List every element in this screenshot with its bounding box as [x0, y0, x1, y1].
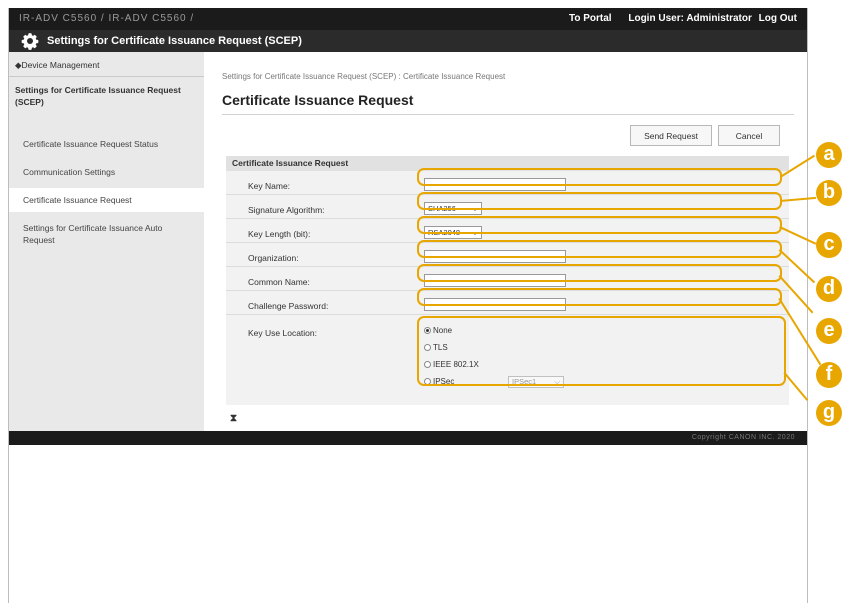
- title-divider: [222, 114, 794, 115]
- login-user-label: Login User: Administrator: [628, 13, 752, 24]
- callout-badge-a: a: [816, 142, 842, 168]
- section-title: Certificate Issuance Request: [222, 92, 414, 108]
- callout-badge-f: f: [816, 362, 842, 388]
- device-name: IR-ADV C5560 / IR-ADV C5560 /: [19, 13, 195, 24]
- breadcrumb: Settings for Certificate Issuance Reques…: [222, 72, 506, 81]
- callout-badge-e: e: [816, 318, 842, 344]
- callout-frame-a: [417, 168, 782, 186]
- callout-frame-d: [417, 240, 782, 258]
- callout-badge-d: d: [816, 276, 842, 302]
- callout-badge-c: c: [816, 232, 842, 258]
- send-request-button[interactable]: Send Request: [630, 125, 712, 146]
- sidebar-item-communication-settings[interactable]: Communication Settings: [23, 166, 193, 178]
- organization-label: Organization:: [248, 253, 299, 263]
- page-title: Settings for Certificate Issuance Reques…: [47, 35, 302, 47]
- key-length-label: Key Length (bit):: [248, 229, 311, 239]
- callout-badge-b: b: [816, 180, 842, 206]
- top-bar: IR-ADV C5560 / IR-ADV C5560 / To Portal …: [9, 8, 807, 30]
- scroll-to-top-icon[interactable]: ⧗: [230, 413, 237, 424]
- gear-icon: [21, 33, 39, 50]
- footer: Copyright CANON INC. 2020: [9, 431, 807, 445]
- sidebar-item-request-status[interactable]: Certificate Issuance Request Status: [23, 138, 193, 150]
- callout-frame-f: [417, 288, 782, 306]
- to-portal-link[interactable]: To Portal: [569, 13, 612, 24]
- copyright: Copyright CANON INC. 2020: [691, 434, 795, 441]
- sidebar-item-certificate-request[interactable]: Certificate Issuance Request: [9, 188, 204, 212]
- sidebar-heading: Settings for Certificate Issuance Reques…: [15, 85, 181, 107]
- sidebar: ◆Device Management Settings for Certific…: [9, 52, 204, 431]
- signature-algorithm-label: Signature Algorithm:: [248, 205, 325, 215]
- sidebar-divider: [9, 76, 204, 77]
- callout-frame-e: [417, 264, 782, 282]
- row-divider: [226, 314, 789, 315]
- callout-frame-c: [417, 216, 782, 234]
- key-name-label: Key Name:: [248, 181, 291, 191]
- cancel-button[interactable]: Cancel: [718, 125, 780, 146]
- common-name-label: Common Name:: [248, 277, 310, 287]
- page-title-bar: Settings for Certificate Issuance Reques…: [9, 30, 807, 52]
- challenge-password-label: Challenge Password:: [248, 301, 329, 311]
- callout-frame-b: [417, 192, 782, 210]
- sidebar-item-auto-request[interactable]: Settings for Certificate Issuance Auto R…: [23, 222, 193, 246]
- topbar-links: To Portal Login User: Administrator Log …: [555, 13, 797, 24]
- device-management-link[interactable]: ◆Device Management: [15, 60, 100, 71]
- key-use-location-label: Key Use Location:: [248, 328, 317, 338]
- callout-frame-g: [417, 316, 786, 386]
- callout-badge-g: g: [816, 400, 842, 426]
- logout-link[interactable]: Log Out: [759, 13, 797, 24]
